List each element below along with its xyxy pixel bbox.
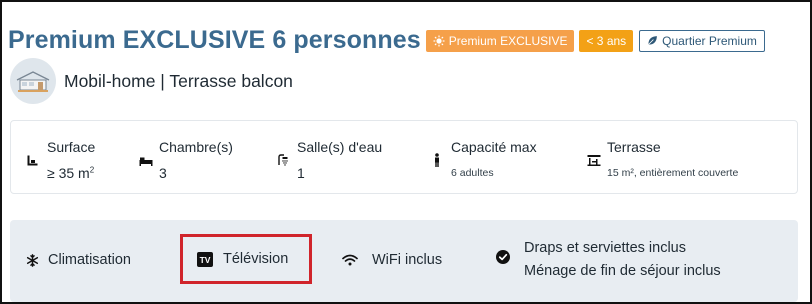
- spec-capacite: Capacité max 6 adultes: [431, 139, 537, 179]
- spec-salles-label: Salle(s) d'eau: [297, 139, 383, 155]
- svg-text:TV: TV: [200, 255, 211, 265]
- amenity-wifi-label: WiFi inclus: [372, 252, 443, 268]
- spec-surface-unit-exponent: 2: [89, 165, 95, 175]
- spec-surface-value: ≥ 35 m2: [47, 165, 95, 181]
- spec-chambres-value: 3: [159, 165, 167, 181]
- terrace-icon: [587, 155, 601, 166]
- amenity-climatisation-label: Climatisation: [48, 252, 131, 268]
- amenity-television: TV Télévision: [180, 234, 312, 284]
- amenity-draps-menage: [496, 250, 524, 264]
- spec-surface-label: Surface: [47, 139, 96, 155]
- shower-icon: [278, 154, 288, 166]
- accommodation-type: Mobil-home | Terrasse balcon: [10, 58, 293, 104]
- specs-card: Surface ≥ 35 m2 Chambre(s) 3 Salle(s) d'…: [10, 120, 798, 194]
- amenities-bar: Climatisation TV Télévision WiFi inclus: [10, 220, 798, 302]
- sun-icon: [433, 35, 445, 46]
- check-circle-icon: [496, 250, 510, 264]
- header: Premium EXCLUSIVE 6 personnes Premium EX…: [8, 26, 765, 55]
- spec-salles: Salle(s) d'eau 1: [277, 139, 382, 181]
- page-title: Premium EXCLUSIVE 6 personnes: [8, 26, 421, 54]
- amenity-climatisation: Climatisation: [26, 252, 131, 268]
- snowflake-icon: [26, 253, 39, 267]
- spec-terrasse-value: 15 m², entièrement couverte: [607, 167, 739, 179]
- quartier-premium-badge: Quartier Premium: [639, 29, 765, 52]
- premium-exclusive-badge-label: Premium EXCLUSIVE: [448, 33, 568, 48]
- tv-icon: TV: [197, 251, 213, 267]
- spec-salles-value: 1: [297, 165, 305, 181]
- spec-terrasse: Terrasse 15 m², entièrement couverte: [587, 139, 738, 179]
- spec-capacite-value: 6 adultes: [451, 167, 494, 179]
- quartier-premium-badge-label: Quartier Premium: [662, 33, 757, 48]
- surface-icon: [27, 155, 38, 166]
- spec-chambres: Chambre(s) 3: [139, 139, 233, 181]
- mobile-home-icon: [10, 58, 56, 104]
- premium-exclusive-badge: Premium EXCLUSIVE: [425, 29, 575, 52]
- amenity-menage-label: Ménage de fin de séjour inclus: [524, 263, 721, 279]
- wifi-icon: [342, 254, 358, 266]
- spec-capacite-label: Capacité max: [451, 139, 537, 155]
- person-icon: [435, 153, 439, 167]
- leaf-icon: [648, 36, 658, 45]
- amenity-television-label: Télévision: [223, 251, 289, 267]
- accommodation-subtitle: Mobil-home | Terrasse balcon: [64, 70, 293, 91]
- amenity-draps-menage-text: Draps et serviettes inclus Ménage de fin…: [524, 237, 721, 283]
- age-badge: < 3 ans: [579, 29, 634, 52]
- amenity-wifi: WiFi inclus: [342, 252, 442, 268]
- spec-terrasse-label: Terrasse: [607, 139, 661, 155]
- spec-surface-number: ≥ 35 m: [47, 165, 90, 181]
- amenity-draps-label: Draps et serviettes inclus: [524, 240, 686, 256]
- spec-surface: Surface ≥ 35 m2: [27, 139, 95, 181]
- spec-chambres-label: Chambre(s): [159, 139, 233, 155]
- bed-icon: [139, 157, 153, 166]
